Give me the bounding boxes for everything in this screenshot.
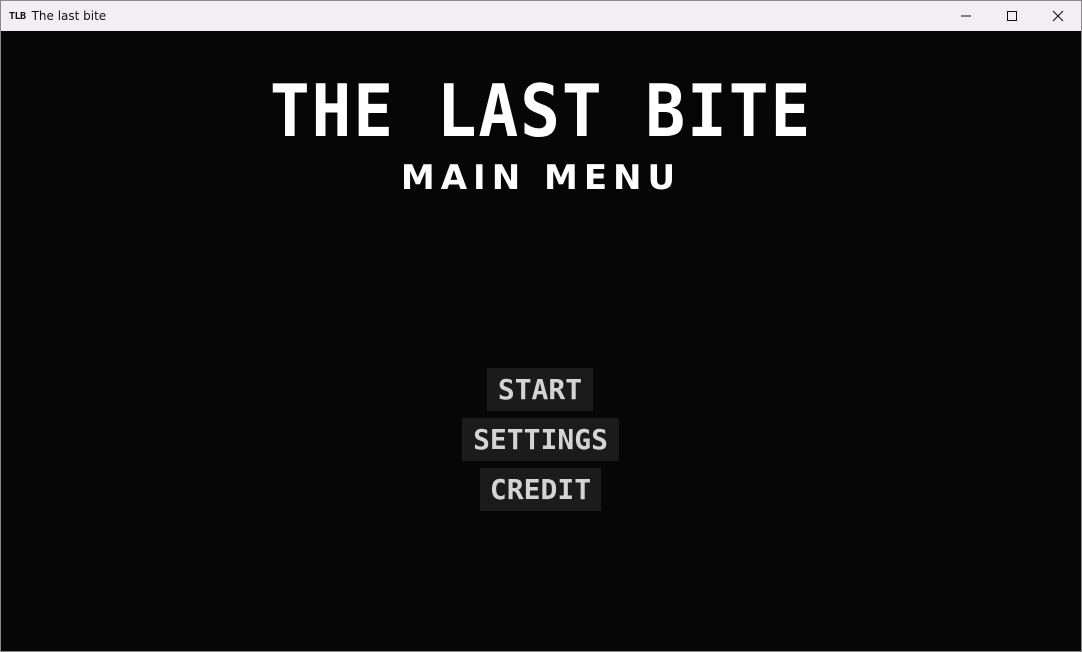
- title-bar[interactable]: TLB The last bite: [1, 1, 1081, 31]
- window-title: The last bite: [31, 9, 107, 23]
- app-window: TLB The last bite THE LAST BITE MAIN MEN…: [0, 0, 1082, 652]
- game-title: THE LAST BITE: [269, 69, 813, 153]
- credit-button[interactable]: CREDIT: [480, 468, 601, 511]
- maximize-icon: [1007, 11, 1017, 21]
- game-canvas: THE LAST BITE MAIN MENU START SETTINGS C…: [1, 31, 1081, 651]
- minimize-icon: [961, 15, 971, 17]
- close-icon: [1052, 10, 1064, 22]
- app-icon: TLB: [9, 10, 26, 22]
- settings-button[interactable]: SETTINGS: [462, 418, 619, 461]
- start-button[interactable]: START: [487, 368, 593, 411]
- maximize-button[interactable]: [989, 1, 1035, 31]
- close-button[interactable]: [1035, 1, 1081, 31]
- window-controls: [943, 1, 1081, 31]
- minimize-button[interactable]: [943, 1, 989, 31]
- menu-subtitle: MAIN MENU: [400, 158, 682, 198]
